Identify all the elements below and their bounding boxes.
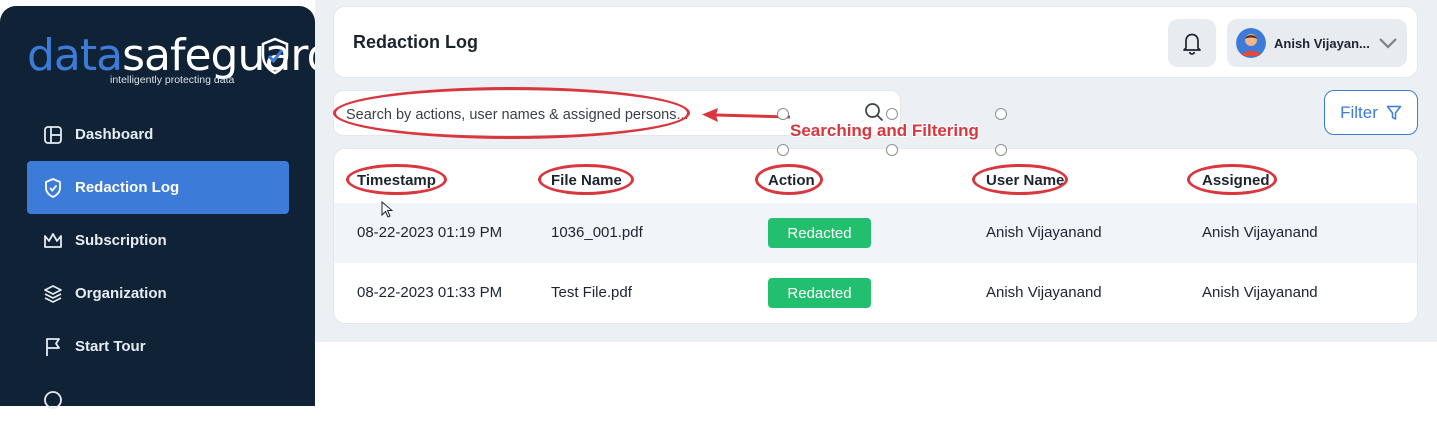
funnel-icon bbox=[1386, 105, 1402, 120]
annotation-oval-search bbox=[333, 87, 690, 139]
sidebar-item-label: Dashboard bbox=[75, 126, 154, 143]
annotation-label: Searching and Filtering bbox=[790, 121, 979, 140]
annotation-oval-action bbox=[755, 164, 823, 195]
cell-file-name: Test File.pdf bbox=[551, 284, 632, 301]
shield-check-icon bbox=[43, 177, 63, 198]
brand-logo[interactable]: datasafeguard intelligently protecting d… bbox=[27, 34, 335, 94]
cell-timestamp: 08-22-2023 01:19 PM bbox=[357, 224, 503, 241]
sidebar-item-label: Redaction Log bbox=[75, 179, 180, 196]
crown-icon bbox=[43, 231, 63, 251]
user-menu-button[interactable]: Anish Vijayan... bbox=[1227, 19, 1407, 67]
help-circle-icon bbox=[43, 390, 63, 410]
avatar bbox=[1236, 28, 1266, 58]
sidebar-item-organization[interactable]: Organization bbox=[27, 267, 289, 320]
top-header: Redaction Log Anish Vijayan... bbox=[333, 6, 1418, 78]
filter-label: Filter bbox=[1340, 102, 1378, 122]
annotation-oval-user-name bbox=[972, 164, 1068, 195]
selection-handle[interactable] bbox=[886, 144, 898, 156]
annotation-oval-file-name bbox=[538, 164, 634, 195]
page-title: Redaction Log bbox=[353, 32, 478, 52]
status-badge: Redacted bbox=[768, 278, 871, 308]
status-badge: Redacted bbox=[768, 218, 871, 248]
annotation-oval-assigned bbox=[1187, 164, 1277, 195]
selection-handle[interactable] bbox=[995, 144, 1007, 156]
table-row[interactable]: 08-22-2023 01:33 PM Test File.pdf Redact… bbox=[334, 263, 1417, 323]
table-row[interactable]: 08-22-2023 01:19 PM 1036_001.pdf Redacte… bbox=[334, 203, 1417, 263]
logo-tagline: intelligently protecting data bbox=[110, 74, 235, 86]
layers-icon bbox=[43, 284, 63, 304]
bell-icon bbox=[1183, 33, 1201, 55]
cell-assigned: Anish Vijayanand bbox=[1202, 284, 1318, 301]
sidebar-nav: Dashboard Redaction Log Subscription Org… bbox=[27, 108, 289, 426]
sidebar-item-label: Organization bbox=[75, 285, 167, 302]
annotation-oval-timestamp bbox=[346, 164, 447, 195]
mouse-cursor-icon bbox=[381, 201, 393, 218]
sidebar-item-label: Subscription bbox=[75, 232, 167, 249]
selection-handle[interactable] bbox=[995, 108, 1007, 120]
sidebar-item-redaction-log[interactable]: Redaction Log bbox=[27, 161, 289, 214]
search-icon[interactable] bbox=[864, 102, 884, 122]
selection-handle[interactable] bbox=[886, 108, 898, 120]
sidebar-item-dashboard[interactable]: Dashboard bbox=[27, 108, 289, 161]
filter-button[interactable]: Filter bbox=[1324, 90, 1418, 135]
cell-user-name: Anish Vijayanand bbox=[986, 224, 1102, 241]
flag-icon bbox=[43, 337, 63, 357]
user-name: Anish Vijayan... bbox=[1274, 35, 1370, 51]
notifications-button[interactable] bbox=[1168, 19, 1216, 67]
sidebar-item-subscription[interactable]: Subscription bbox=[27, 214, 289, 267]
cell-user-name: Anish Vijayanand bbox=[986, 284, 1102, 301]
sidebar-item-partial[interactable] bbox=[27, 373, 289, 426]
sidebar-item-start-tour[interactable]: Start Tour bbox=[27, 320, 289, 373]
logo-word-data: data bbox=[27, 30, 123, 81]
cell-file-name: 1036_001.pdf bbox=[551, 224, 643, 241]
shield-check-logo-icon bbox=[261, 37, 289, 75]
sidebar: datasafeguard intelligently protecting d… bbox=[0, 6, 335, 409]
chevron-down-icon bbox=[1379, 38, 1397, 49]
cell-timestamp: 08-22-2023 01:33 PM bbox=[357, 284, 503, 301]
sidebar-item-label: Start Tour bbox=[75, 338, 146, 355]
selection-handle[interactable] bbox=[777, 144, 789, 156]
selection-handle[interactable] bbox=[777, 108, 789, 120]
cell-assigned: Anish Vijayanand bbox=[1202, 224, 1318, 241]
dashboard-icon bbox=[43, 125, 63, 145]
